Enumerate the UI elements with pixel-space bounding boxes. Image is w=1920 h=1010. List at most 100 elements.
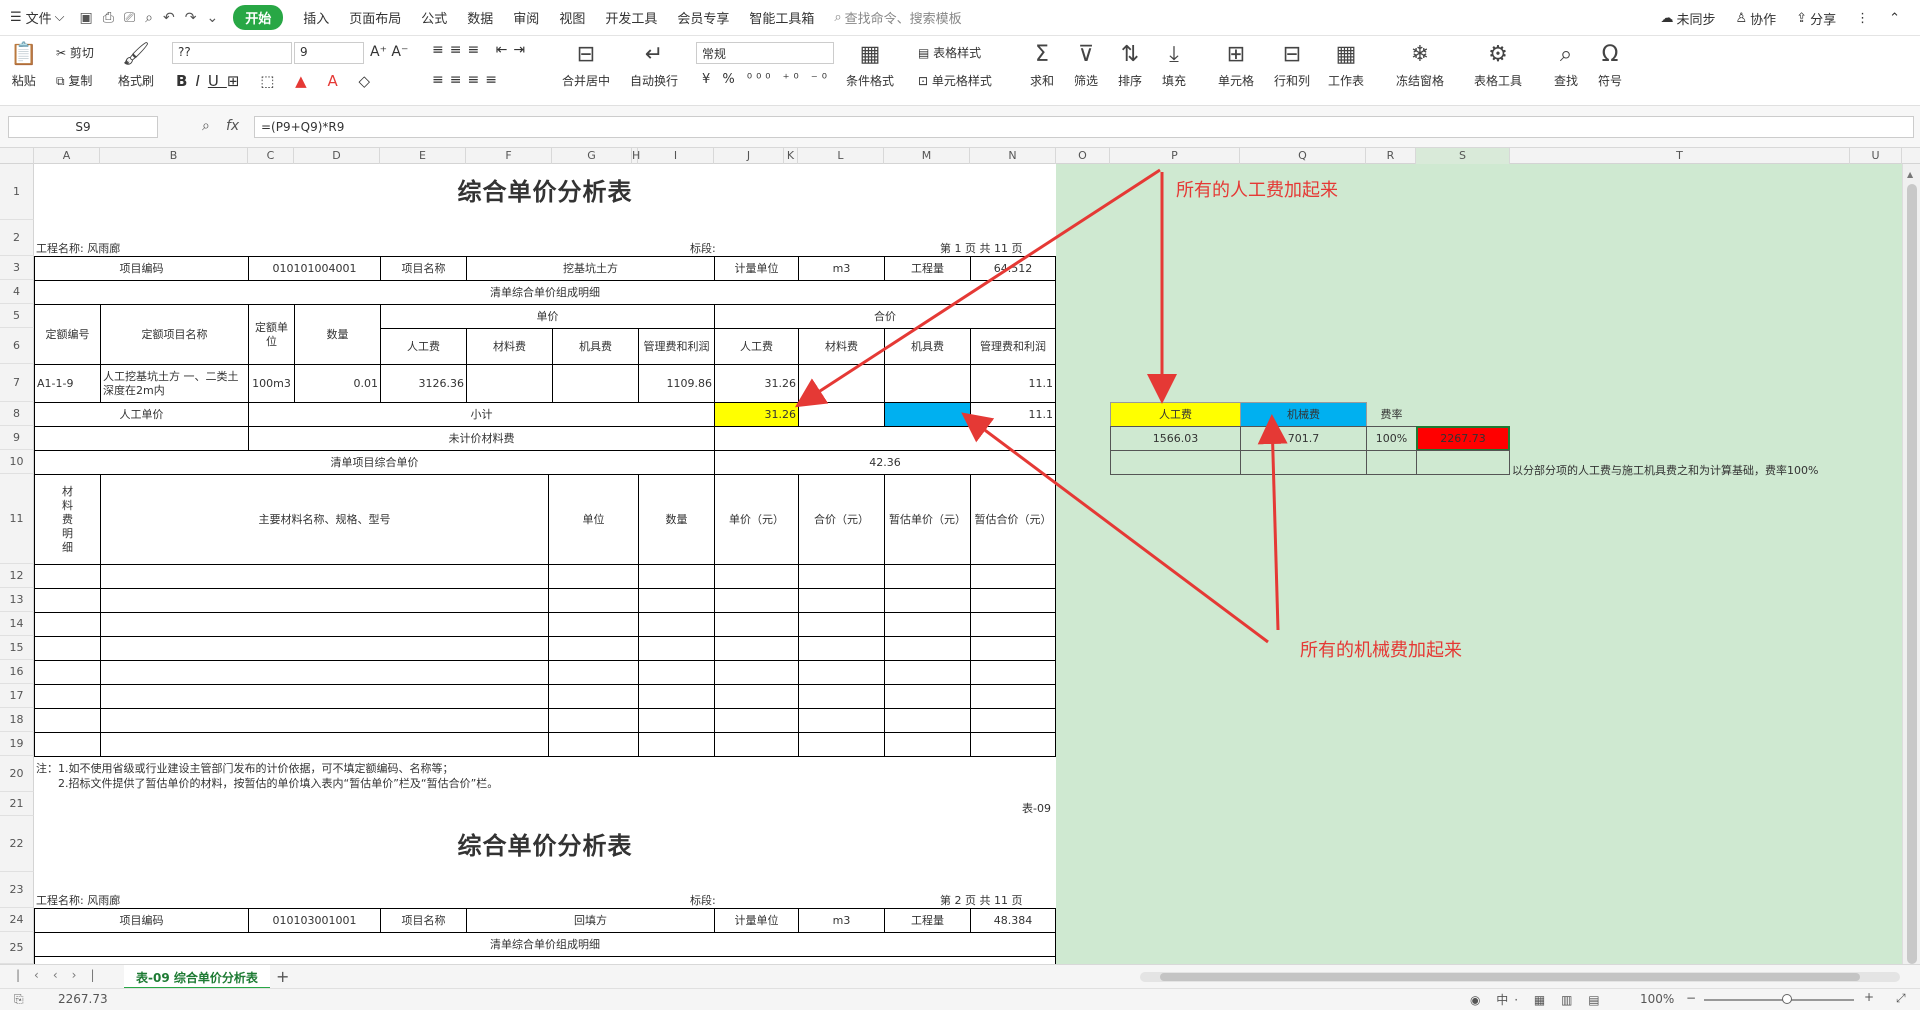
- symbol-button[interactable]: Ω 符号: [1598, 42, 1622, 89]
- row-3[interactable]: 3: [0, 256, 34, 280]
- col-F[interactable]: F: [466, 148, 552, 164]
- cell-total-h[interactable]: 合价: [714, 304, 1056, 329]
- view-icons[interactable]: ◉ 中· ▦ ▥ ▤: [1470, 991, 1606, 1008]
- sync-button[interactable]: ☁ 未同步: [1660, 9, 1715, 28]
- side-rate-value[interactable]: 100%: [1366, 426, 1417, 451]
- material-cell[interactable]: [714, 732, 799, 757]
- row-2[interactable]: 2: [0, 220, 34, 256]
- cell-quota-qty[interactable]: 0.01: [294, 364, 381, 403]
- sheet-button[interactable]: ▦ 工作表: [1328, 42, 1364, 89]
- cell2-qty[interactable]: 48.384: [970, 908, 1056, 933]
- material-cell[interactable]: [100, 588, 549, 613]
- row-4[interactable]: 4: [0, 280, 34, 304]
- material-cell[interactable]: [548, 588, 639, 613]
- green-area[interactable]: [1056, 164, 1902, 964]
- save-icon[interactable]: ▣: [80, 10, 93, 26]
- export-icon[interactable]: ⎙: [103, 10, 114, 26]
- col-U[interactable]: U: [1850, 148, 1902, 164]
- col-I[interactable]: I: [638, 148, 714, 164]
- side-labor-value[interactable]: 1566.03: [1110, 426, 1241, 451]
- cell-material-price[interactable]: [466, 364, 553, 403]
- font-size-select[interactable]: 9: [294, 42, 364, 64]
- cell-quota-code[interactable]: A1-1-9: [34, 364, 101, 403]
- cond-format-button[interactable]: ▦ 条件格式: [846, 42, 894, 89]
- align-left-group[interactable]: ≡≡≡≡: [432, 72, 503, 88]
- material-cell[interactable]: [714, 636, 799, 661]
- cell-mgmt-total[interactable]: 11.1: [970, 364, 1056, 403]
- cell-subtotal-machine[interactable]: [884, 402, 971, 427]
- cell2-detail-header[interactable]: 清单综合单价组成明细: [34, 932, 1056, 957]
- material-cell[interactable]: [798, 660, 885, 685]
- material-cell[interactable]: [100, 732, 549, 757]
- number-format-group[interactable]: ¥ % ⁰⁰⁰ ⁺⁰ ⁻⁰: [702, 72, 831, 87]
- sum-button[interactable]: Σ 求和: [1030, 42, 1054, 89]
- material-cell[interactable]: [100, 708, 549, 733]
- cell-subtotal-material[interactable]: [798, 402, 885, 427]
- cell-material-t-h[interactable]: 材料费: [798, 328, 885, 365]
- row-19[interactable]: 19: [0, 732, 34, 756]
- cell-composite-value[interactable]: 42.36: [714, 450, 1056, 475]
- more-menu-icon[interactable]: ⋮: [1856, 11, 1869, 26]
- cell-quota-code-h[interactable]: 定额编号: [34, 304, 101, 365]
- material-cell[interactable]: [34, 636, 101, 661]
- row-5[interactable]: 5: [0, 304, 34, 328]
- material-cell[interactable]: [638, 708, 715, 733]
- material-cell[interactable]: [970, 708, 1056, 733]
- cell-unit-label[interactable]: 计量单位: [714, 256, 799, 281]
- cell-quota-name-h[interactable]: 定额项目名称: [100, 304, 249, 365]
- vertical-scrollbar[interactable]: ▲: [1902, 164, 1920, 964]
- tab-toolbox[interactable]: 智能工具箱: [749, 8, 814, 27]
- material-cell[interactable]: [34, 708, 101, 733]
- align-top-group[interactable]: ≡≡≡ ⇤⇥: [432, 42, 531, 58]
- cell-mat-price-h[interactable]: 单价（元）: [714, 474, 799, 565]
- filter-button[interactable]: ⊽ 筛选: [1074, 42, 1098, 89]
- col-K[interactable]: K: [784, 148, 798, 164]
- cell-subtotal-mgmt[interactable]: 11.1: [970, 402, 1056, 427]
- cell-machine-price[interactable]: [552, 364, 639, 403]
- material-cell[interactable]: [798, 732, 885, 757]
- side-machine-label[interactable]: 机械费: [1240, 402, 1367, 427]
- zoom-in-icon[interactable]: +: [1864, 990, 1874, 1004]
- col-T[interactable]: T: [1510, 148, 1850, 164]
- cell2-unit[interactable]: m3: [798, 908, 885, 933]
- row-15[interactable]: 15: [0, 636, 34, 660]
- col-D[interactable]: D: [294, 148, 380, 164]
- col-J[interactable]: J: [714, 148, 784, 164]
- side-empty-3[interactable]: [1366, 450, 1417, 475]
- cut-button[interactable]: ✂ 剪切: [56, 44, 94, 61]
- material-cell[interactable]: [638, 612, 715, 637]
- side-rate-label[interactable]: 费率: [1366, 402, 1417, 427]
- material-cell[interactable]: [970, 612, 1056, 637]
- table-tools-button[interactable]: ⚙ 表格工具: [1474, 42, 1522, 89]
- material-cell[interactable]: [884, 660, 971, 685]
- merge-button[interactable]: ⊟ 合并居中: [562, 42, 610, 89]
- material-cell[interactable]: [884, 732, 971, 757]
- preview-icon[interactable]: ⌕: [145, 10, 153, 26]
- material-cell[interactable]: [798, 564, 885, 589]
- material-cell[interactable]: [970, 588, 1056, 613]
- material-cell[interactable]: [884, 684, 971, 709]
- share-button[interactable]: ⇪ 分享: [1796, 9, 1836, 28]
- sheet-nav-icons[interactable]: |‹‹›|: [16, 968, 108, 982]
- collab-button[interactable]: ♙ 协作: [1736, 9, 1777, 28]
- find-button[interactable]: ⌕ 查找: [1554, 42, 1578, 89]
- cell-mat-total-h[interactable]: 合价（元）: [798, 474, 885, 565]
- col-C[interactable]: C: [248, 148, 294, 164]
- material-cell[interactable]: [798, 684, 885, 709]
- cell-labor-h[interactable]: 人工费: [380, 328, 467, 365]
- row-9[interactable]: 9: [0, 426, 34, 450]
- tab-data[interactable]: 数据: [467, 8, 493, 27]
- cell-unit-price-h[interactable]: 单价: [380, 304, 715, 329]
- cell-subtotal-label[interactable]: 小计: [248, 402, 715, 427]
- col-S[interactable]: S: [1416, 148, 1510, 164]
- undo-icon[interactable]: ↶: [163, 10, 175, 26]
- material-cell[interactable]: [100, 564, 549, 589]
- col-P[interactable]: P: [1110, 148, 1240, 164]
- cell-mgmt-t-h[interactable]: 管理费和利润: [970, 328, 1056, 365]
- cell-subtotal-labor[interactable]: 31.26: [714, 402, 799, 427]
- material-cell[interactable]: [34, 732, 101, 757]
- zoom-level[interactable]: 100%: [1640, 992, 1674, 1006]
- material-cell[interactable]: [714, 588, 799, 613]
- cell2-partial-row[interactable]: [34, 956, 1056, 964]
- select-all-corner[interactable]: [0, 148, 34, 164]
